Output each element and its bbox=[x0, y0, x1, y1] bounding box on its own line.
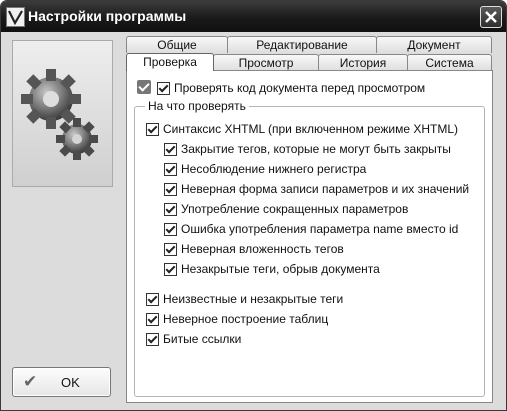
xhtml-subitem-checkbox[interactable] bbox=[164, 143, 177, 156]
xhtml-subitem-label: Незакрытые теги, обрыв документа bbox=[181, 262, 380, 276]
xhtml-syntax-label: Синтаксис XHTML (при включенном режиме X… bbox=[163, 122, 459, 136]
xhtml-subitem-checkbox[interactable] bbox=[164, 203, 177, 216]
tab-preview[interactable]: Просмотр bbox=[213, 54, 319, 71]
table-structure-checkbox[interactable] bbox=[146, 313, 159, 326]
tab-document[interactable]: Документ bbox=[376, 36, 492, 53]
xhtml-subitem-label: Несоблюдение нижнего регистра bbox=[181, 162, 367, 176]
xhtml-subitem-checkbox[interactable] bbox=[164, 243, 177, 256]
xhtml-subitem-checkbox[interactable] bbox=[164, 263, 177, 276]
xhtml-subitem-label: Закрытие тегов, которые не могут быть за… bbox=[181, 142, 451, 156]
settings-gear-logo bbox=[12, 40, 113, 187]
validation-panel: Проверять код документа перед просмотром… bbox=[126, 70, 493, 403]
xhtml-subitem-checkbox[interactable] bbox=[164, 223, 177, 236]
unknown-tags-checkbox[interactable] bbox=[146, 293, 159, 306]
ok-button[interactable]: ✔ OK bbox=[12, 367, 111, 397]
app-icon bbox=[6, 7, 25, 27]
ok-label: OK bbox=[61, 375, 80, 390]
xhtml-subitem-checkbox[interactable] bbox=[164, 163, 177, 176]
tab-general[interactable]: Общие bbox=[126, 36, 228, 53]
title-bar[interactable]: Настройки программы bbox=[1, 1, 506, 32]
validation-options-group: На что проверять Синтаксис XHTML (при вк… bbox=[134, 99, 485, 397]
check-before-view-label: Проверять код документа перед просмотром bbox=[174, 81, 426, 95]
xhtml-subitem-checkbox[interactable] bbox=[164, 183, 177, 196]
tab-validation[interactable]: Проверка bbox=[126, 53, 214, 71]
group-title: На что проверять bbox=[145, 99, 249, 113]
checkmark-icon bbox=[137, 80, 151, 94]
broken-links-label: Битые ссылки bbox=[163, 332, 242, 346]
xhtml-subitem-label: Неверная форма записи параметров и их зн… bbox=[181, 182, 470, 196]
settings-window: Настройки программы ✔ OK Общие Редактиро… bbox=[0, 0, 507, 411]
broken-links-checkbox[interactable] bbox=[146, 333, 159, 346]
dialog-body: ✔ OK Общие Редактирование Документ Прове… bbox=[5, 32, 502, 406]
window-title: Настройки программы bbox=[28, 8, 187, 24]
close-icon bbox=[485, 11, 497, 23]
xhtml-subitem-label: Неверная вложенность тегов bbox=[181, 242, 344, 256]
xhtml-subitem-label: Ошибка употребления параметра name вмест… bbox=[181, 222, 459, 236]
tab-editing[interactable]: Редактирование bbox=[227, 36, 377, 53]
unknown-tags-label: Неизвестные и незакрытые теги bbox=[163, 292, 344, 306]
table-structure-label: Неверное построение таблиц bbox=[163, 312, 329, 326]
checkmark-icon: ✔ bbox=[23, 372, 38, 391]
xhtml-subitem-label: Употребление сокращенных параметров bbox=[181, 202, 409, 216]
tab-history[interactable]: История bbox=[318, 54, 408, 71]
close-button[interactable] bbox=[480, 6, 502, 28]
check-before-view-checkbox[interactable] bbox=[157, 82, 170, 95]
tab-system[interactable]: Система bbox=[407, 54, 492, 71]
xhtml-syntax-checkbox[interactable] bbox=[146, 123, 159, 136]
